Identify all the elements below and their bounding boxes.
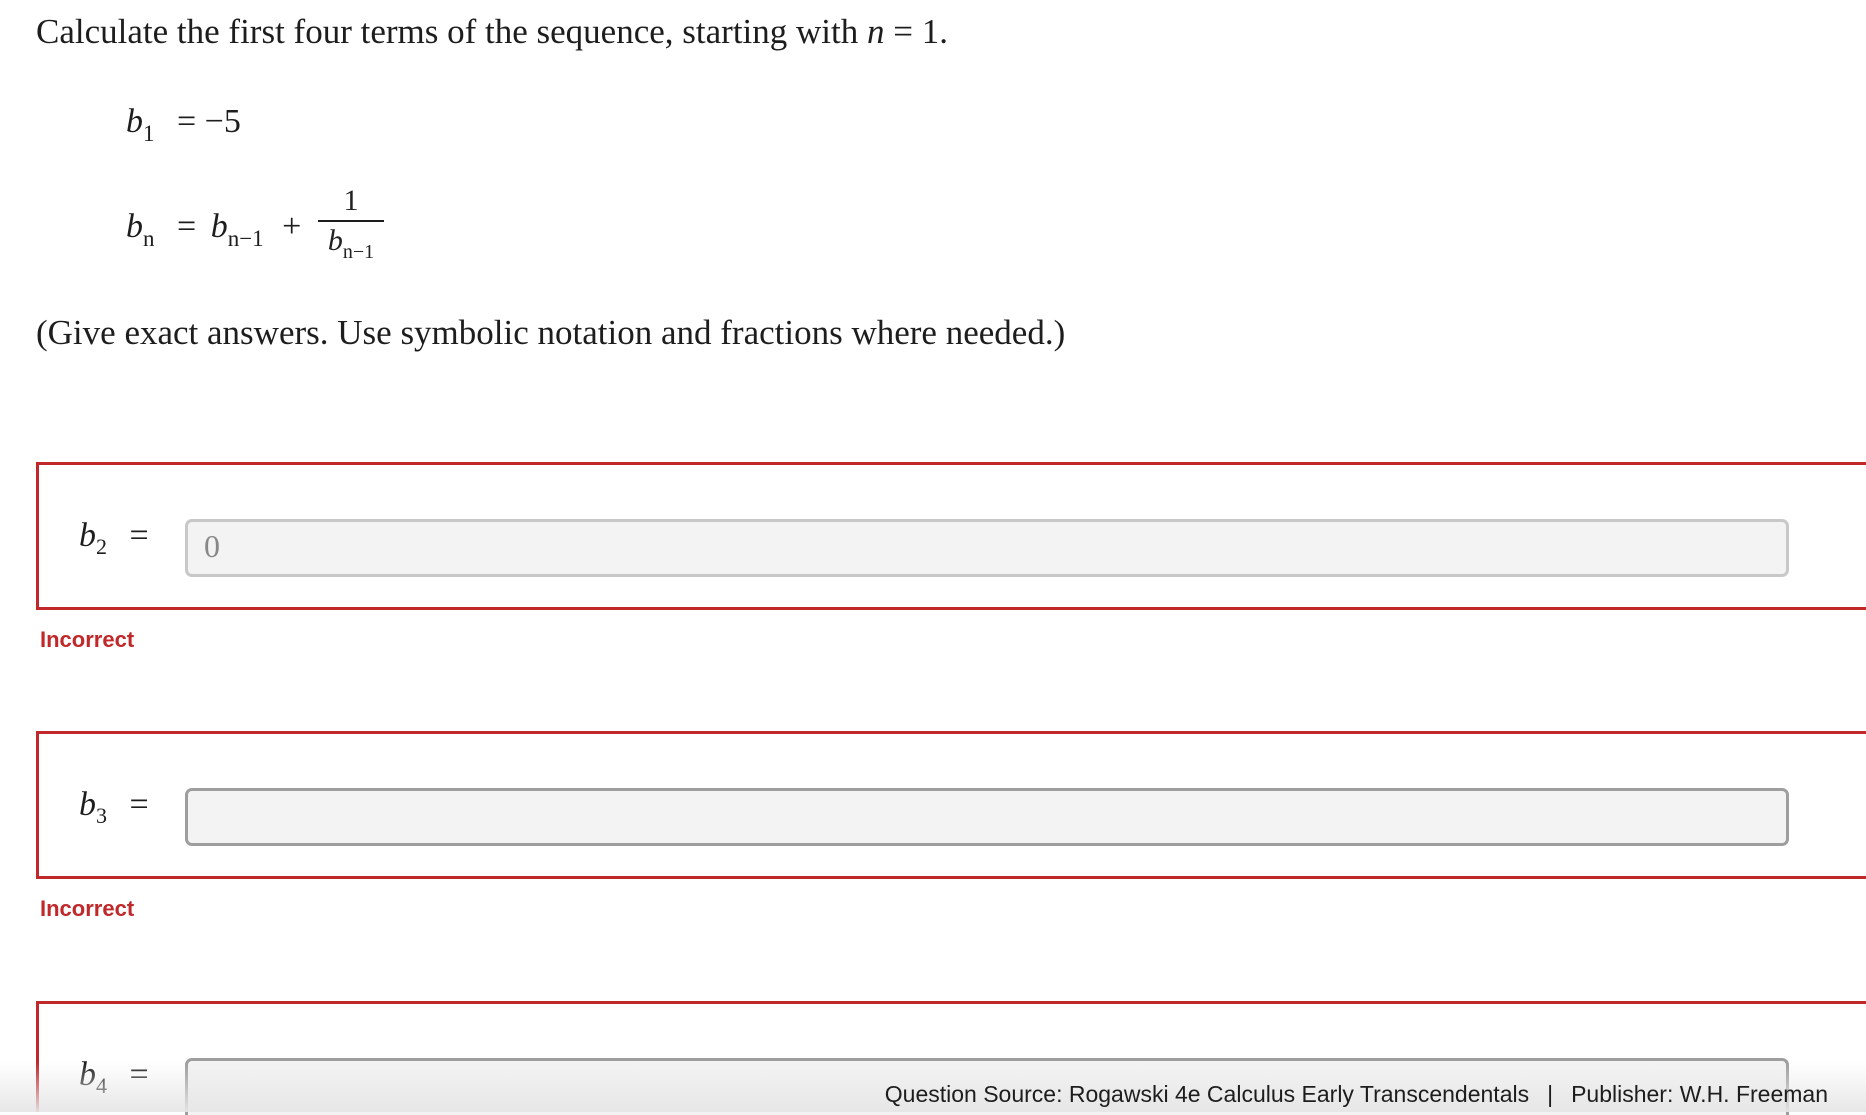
- frac-den-sub: n−1: [342, 241, 375, 263]
- answer-label-b3: b3 =: [79, 786, 149, 827]
- prompt-variable: n: [867, 12, 885, 51]
- answer-var: b: [79, 786, 96, 823]
- answer-sub: 2: [96, 534, 107, 559]
- bn-term-var: b: [210, 208, 228, 245]
- b1-var: b: [126, 103, 143, 140]
- answer-label-b2: b2 =: [79, 517, 149, 558]
- answer-box-b2: b2 = 0: [36, 462, 1866, 610]
- feedback-b2: Incorrect: [40, 627, 135, 652]
- bn-sub: n: [143, 226, 155, 251]
- answer-input-b3[interactable]: [185, 788, 1789, 846]
- fraction-bar: [318, 220, 384, 222]
- b1-value: = −5: [177, 103, 241, 140]
- fraction-denominator: bn−1: [318, 224, 384, 262]
- bn-equals: =: [177, 208, 197, 245]
- bn-plus: +: [282, 208, 302, 245]
- prompt-equals: = 1.: [893, 12, 948, 51]
- answer-sub: 3: [96, 803, 107, 828]
- answer-box-b3: b3 =: [36, 731, 1866, 879]
- answer-var: b: [79, 517, 96, 554]
- bn-fraction: 1 bn−1: [318, 184, 384, 262]
- footer-separator: |: [1547, 1081, 1554, 1107]
- feedback-b3: Incorrect: [40, 896, 135, 921]
- bn-term-sub: n−1: [227, 226, 264, 251]
- bn-var: b: [126, 208, 143, 245]
- answer-input-b2[interactable]: 0: [185, 519, 1789, 577]
- publisher: Publisher: W.H. Freeman: [1571, 1081, 1828, 1107]
- question-source: Question Source: Rogawski 4e Calculus Ea…: [884, 1081, 1530, 1107]
- prompt-text: Calculate the first four terms of the se…: [36, 12, 859, 51]
- b1-sub: 1: [143, 121, 155, 146]
- bn-definition: bn = bn−1 +: [126, 208, 302, 250]
- answer-equals: =: [129, 786, 149, 823]
- question-prompt: Calculate the first four terms of the se…: [36, 12, 948, 52]
- fraction-numerator: 1: [343, 184, 359, 217]
- footer-credits: Question Source: Rogawski 4e Calculus Ea…: [885, 1081, 1828, 1108]
- frac-den-var: b: [327, 224, 343, 257]
- answer-equals: =: [129, 517, 149, 554]
- instructions: (Give exact answers. Use symbolic notati…: [36, 313, 1066, 352]
- b1-definition: b1 = −5: [126, 103, 241, 145]
